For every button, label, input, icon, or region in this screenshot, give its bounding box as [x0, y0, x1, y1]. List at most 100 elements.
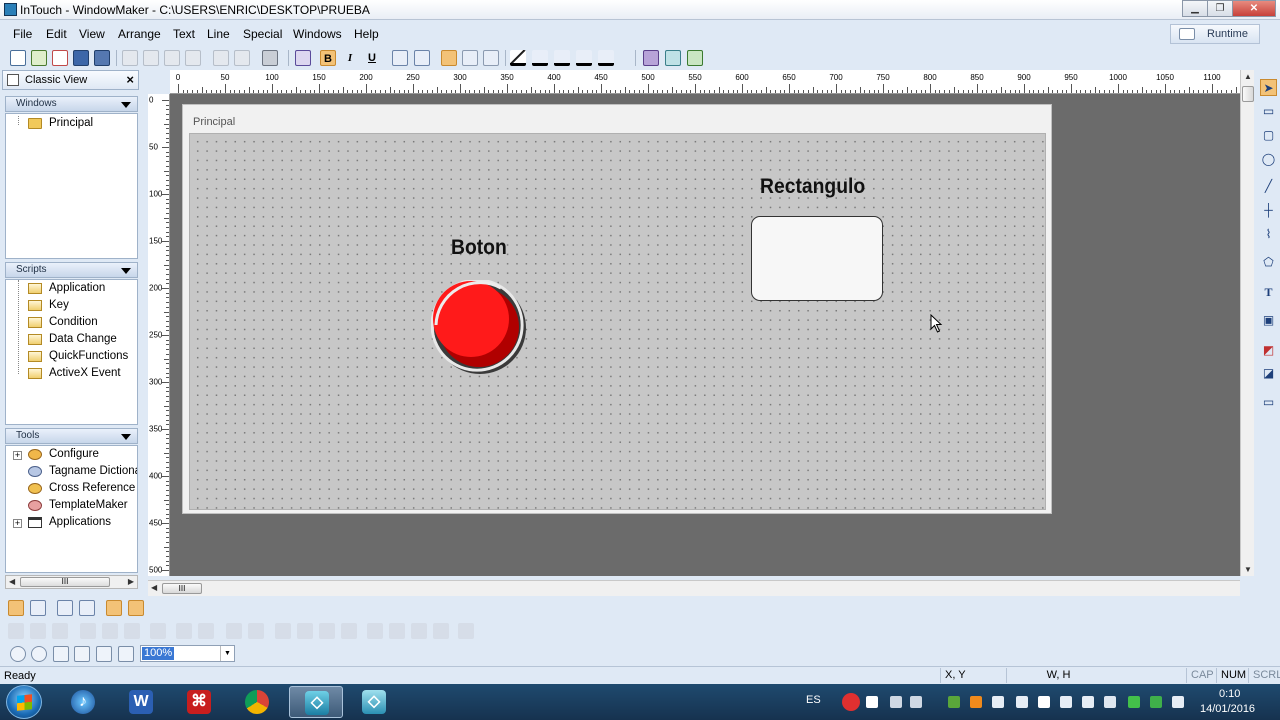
historical-trend-icon[interactable]: ◪ — [1260, 365, 1277, 382]
redo-icon[interactable] — [234, 50, 250, 66]
tray-app-icon[interactable] — [1172, 696, 1184, 708]
align-left-icon[interactable] — [441, 50, 457, 66]
taskbar-acrobat[interactable]: ⌘ — [172, 686, 226, 718]
application-explorer-icon[interactable] — [30, 600, 46, 616]
taskbar-intouch-manager[interactable]: ◇ — [347, 686, 401, 718]
clock-time[interactable]: 0:10 — [1219, 688, 1240, 700]
ruler-toggle-icon[interactable] — [128, 600, 144, 616]
scroll-down-icon[interactable]: ▼ — [1244, 565, 1252, 574]
scroll-left-icon[interactable]: ◀ — [9, 576, 15, 588]
menu-line[interactable]: Line — [207, 27, 230, 41]
close-button[interactable]: ✕ — [1232, 0, 1276, 17]
hv-line-tool-icon[interactable]: ┼ — [1260, 202, 1277, 219]
make-symbol-icon[interactable] — [319, 623, 335, 639]
real-time-trend-icon[interactable]: ◩ — [1260, 342, 1277, 359]
rounded-rectangle-tool-icon[interactable]: ▢ — [1260, 127, 1277, 144]
start-button[interactable] — [6, 685, 42, 719]
polygon-tool-icon[interactable]: ⬠ — [1260, 254, 1277, 271]
recorder-icon[interactable] — [842, 693, 860, 711]
chevron-down-icon[interactable] — [121, 102, 131, 108]
tree-item-tagname-dictionary[interactable]: Tagname Dictiona — [6, 464, 137, 481]
classic-view-close-icon[interactable]: × — [126, 72, 134, 87]
scroll-thumb[interactable]: III — [162, 583, 202, 594]
rounded-rectangle-object[interactable] — [751, 216, 883, 301]
save-all-icon[interactable] — [94, 50, 110, 66]
fill-color-icon[interactable] — [532, 50, 548, 66]
bitmap-tool-icon[interactable]: ▣ — [1260, 312, 1277, 329]
tray-icon[interactable] — [910, 696, 922, 708]
tray-app-icon[interactable] — [1082, 696, 1094, 708]
symbol-icon[interactable] — [687, 50, 703, 66]
menu-windows[interactable]: Windows — [293, 27, 342, 41]
tray-app-icon[interactable] — [1060, 696, 1072, 708]
rotate-right-icon[interactable] — [389, 623, 405, 639]
menu-arrange[interactable]: Arrange — [118, 27, 161, 41]
bring-to-front-icon[interactable] — [176, 623, 192, 639]
fit-window-icon[interactable] — [79, 600, 95, 616]
reshape-icon[interactable] — [458, 623, 474, 639]
print-icon[interactable] — [262, 50, 278, 66]
align-center-points-icon[interactable] — [150, 623, 166, 639]
space-vertical-icon[interactable] — [248, 623, 264, 639]
wizard-icon[interactable] — [643, 50, 659, 66]
principal-window-canvas[interactable] — [189, 133, 1046, 510]
scroll-left-icon[interactable]: ◀ — [151, 583, 157, 592]
tray-app-icon[interactable] — [970, 696, 982, 708]
pan-hand-icon[interactable] — [118, 646, 134, 662]
align-right-icon[interactable] — [483, 50, 499, 66]
zoom-in-icon[interactable] — [31, 646, 47, 662]
taskbar-word[interactable]: W — [114, 686, 168, 718]
tree-item-configure[interactable]: + Configure — [6, 447, 136, 464]
chevron-down-icon[interactable]: ▼ — [220, 646, 234, 661]
camera-icon[interactable] — [890, 696, 902, 708]
zoom-level-select[interactable]: 100% ▼ — [140, 645, 235, 662]
button-tool-icon[interactable]: ▭ — [1260, 394, 1277, 411]
tray-app-icon[interactable] — [1150, 696, 1162, 708]
runtime-button[interactable]: Runtime — [1170, 24, 1260, 44]
align-left-objects-icon[interactable] — [8, 623, 24, 639]
break-cell-icon[interactable] — [297, 623, 313, 639]
grid-toggle-icon[interactable] — [106, 600, 122, 616]
maximize-button[interactable]: ❐ — [1207, 0, 1233, 17]
scroll-thumb[interactable] — [1242, 86, 1254, 102]
menu-text[interactable]: Text — [173, 27, 195, 41]
taskbar-windowmaker[interactable]: ◇ — [289, 686, 343, 718]
text-tool-icon[interactable]: T — [1260, 284, 1277, 301]
chevron-down-icon[interactable] — [121, 434, 131, 440]
menu-help[interactable]: Help — [354, 27, 379, 41]
tree-item-templatemaker[interactable]: TemplateMaker — [6, 498, 136, 515]
tree-item-condition-script[interactable]: Condition — [6, 315, 136, 332]
align-right-objects-icon[interactable] — [52, 623, 68, 639]
tree-item-principal[interactable]: Principal — [6, 116, 136, 133]
space-horizontal-icon[interactable] — [226, 623, 242, 639]
zoom-out-icon[interactable] — [10, 646, 26, 662]
expand-icon[interactable]: + — [13, 519, 22, 528]
menu-special[interactable]: Special — [243, 27, 282, 41]
align-center-icon[interactable] — [462, 50, 478, 66]
zoom-selection-icon[interactable] — [74, 646, 90, 662]
minimize-button[interactable]: ▁ — [1182, 0, 1208, 17]
tree-item-key-script[interactable]: Key — [6, 298, 136, 315]
open-icon[interactable] — [31, 50, 47, 66]
rectangle-tool-icon[interactable]: ▭ — [1260, 103, 1277, 120]
italic-button[interactable]: I — [342, 50, 358, 66]
tree-item-data-change-script[interactable]: Data Change — [6, 332, 136, 349]
ellipse-tool-icon[interactable]: ◯ — [1260, 151, 1277, 168]
tree-item-applications[interactable]: + Applications — [6, 515, 136, 532]
cut-icon[interactable] — [143, 50, 159, 66]
make-cell-icon[interactable] — [275, 623, 291, 639]
language-indicator[interactable]: ES — [806, 694, 821, 706]
panel-horizontal-scrollbar[interactable]: ◀ III ▶ — [5, 575, 138, 589]
paste-icon[interactable] — [185, 50, 201, 66]
rotate-left-icon[interactable] — [367, 623, 383, 639]
copy-icon[interactable] — [164, 50, 180, 66]
drawing-workspace[interactable]: Principal Boton Rectangulo — [170, 94, 1240, 576]
red-push-button[interactable] — [431, 280, 531, 380]
zoom-normal-icon[interactable] — [53, 646, 69, 662]
scroll-right-icon[interactable]: ▶ — [128, 576, 134, 588]
flip-vertical-icon[interactable] — [433, 623, 449, 639]
tray-app-icon[interactable] — [1104, 696, 1116, 708]
close-window-icon[interactable] — [52, 50, 68, 66]
stop-icon[interactable] — [866, 696, 878, 708]
scroll-thumb[interactable]: III — [20, 577, 110, 587]
